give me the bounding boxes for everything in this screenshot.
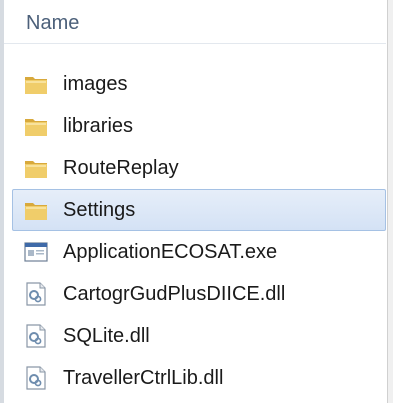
pane-left-border [0,0,4,403]
application-icon [24,242,48,262]
list-item-images[interactable]: images [12,63,386,105]
list-item-travellerctrllib-dll[interactable]: TravellerCtrlLib.dll [12,357,386,399]
list-item-cartogrgudplusdiice-dll[interactable]: CartogrGudPlusDIICE.dll [12,273,386,315]
pane-right-border [387,0,393,403]
dll-file-icon [26,282,46,306]
list-item-sqlite-dll[interactable]: SQLite.dll [12,315,386,357]
list-item-label: TravellerCtrlLib.dll [63,366,224,389]
column-header-name-label: Name [26,12,80,34]
list-item-label: ApplicationECOSAT.exe [63,240,278,263]
list-item-label: CartogrGudPlusDIICE.dll [63,282,286,305]
list-item-label: images [63,72,128,95]
column-header-name[interactable]: Name [4,0,386,44]
file-explorer-pane: Name images libraries RouteReplay Settin… [0,0,393,403]
list-item-label: Settings [63,198,136,221]
folder-icon [25,203,47,220]
list-item-label: libraries [63,114,134,137]
dll-file-icon [26,366,46,390]
list-item-libraries[interactable]: libraries [12,105,386,147]
list-item-settings[interactable]: Settings [12,189,386,231]
folder-icon [25,161,47,178]
folder-icon [25,119,47,136]
list-item-label: RouteReplay [63,156,179,179]
list-item-applicationecosat-exe[interactable]: ApplicationECOSAT.exe [12,231,386,273]
folder-icon [25,77,47,94]
dll-file-icon [26,324,46,348]
list-item-routereplay[interactable]: RouteReplay [12,147,386,189]
file-list: images libraries RouteReplay Settings Ap… [12,63,386,399]
list-item-label: SQLite.dll [63,324,150,347]
